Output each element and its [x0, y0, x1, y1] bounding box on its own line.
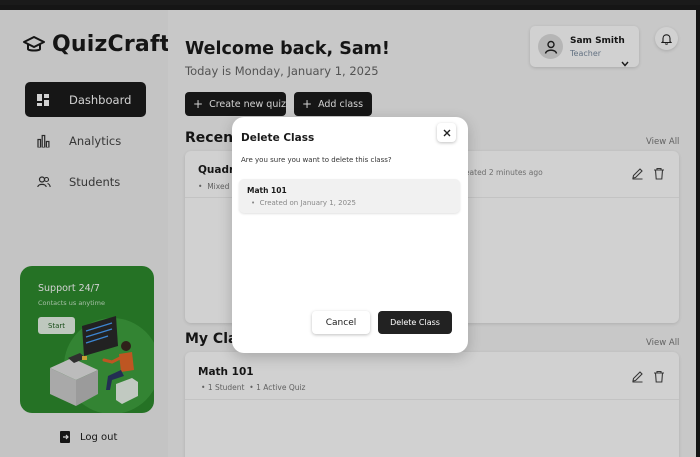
dialog-message: Are you sure you want to delete this cla… — [241, 156, 392, 164]
dialog-title: Delete Class — [241, 132, 315, 144]
close-icon — [443, 129, 451, 137]
class-summary-title: Math 101 — [247, 186, 287, 195]
delete-class-dialog: Delete Class Are you sure you want to de… — [232, 117, 468, 353]
cancel-button[interactable]: Cancel — [312, 311, 370, 334]
class-summary: Math 101 • Created on January 1, 2025 — [239, 179, 460, 213]
class-summary-meta: • Created on January 1, 2025 — [251, 199, 356, 207]
close-button[interactable] — [437, 123, 456, 142]
app-window: QuizCraft Dashboard Analytics Students S… — [0, 0, 700, 457]
delete-class-button[interactable]: Delete Class — [378, 311, 452, 334]
